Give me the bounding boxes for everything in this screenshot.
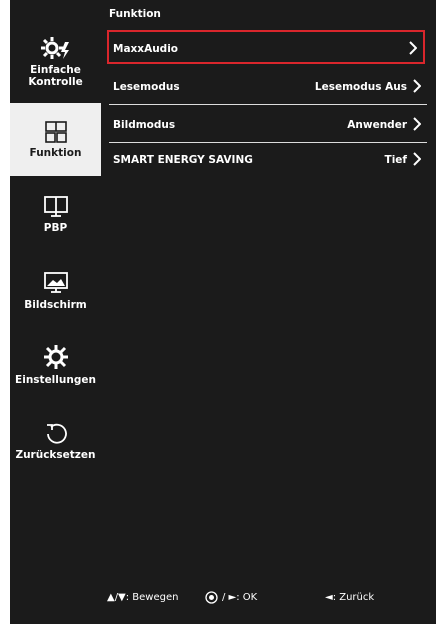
osd-menu: Einfache Kontrolle Funktion PBP Bildschi… [10,0,436,624]
gear-icon [43,344,69,374]
hint-ok: / ►: OK [222,592,258,603]
sidebar-item-label: Einstellungen [15,374,96,386]
ok-circle-icon [205,591,218,607]
pbp-icon [43,196,68,222]
sidebar-item-label: Funktion [29,146,82,159]
menu-row-smart-energy-saving[interactable]: SMART ENERGY SAVING Tief [109,143,427,177]
sidebar-item-label: PBP [43,222,68,234]
row-label: Bildmodus [113,119,176,131]
menu-row-lesemodus[interactable]: Lesemodus Lesemodus Aus [109,70,427,105]
sidebar-item-bildschirm[interactable]: Bildschirm [10,271,101,311]
sidebar-item-label: Zurücksetzen [15,449,96,461]
menu-row-maxxaudio[interactable]: MaxxAudio [107,30,425,64]
row-label: Lesemodus [113,81,180,93]
chevron-right-icon [413,152,422,166]
sidebar-item-label: Bildschirm [24,299,87,311]
row-value: Anwender [347,119,407,131]
menu-row-bildmodus[interactable]: Bildmodus Anwender [109,108,427,143]
row-value: Tief [384,154,407,166]
chevron-right-icon [413,79,422,93]
sidebar-item-pbp[interactable]: PBP [10,196,101,234]
sidebar-item-funktion[interactable]: Funktion [10,103,101,176]
hint-back: ◄: Zurück [325,592,375,603]
row-value: Lesemodus Aus [314,81,407,93]
chevron-right-icon [413,117,422,131]
main-panel: Funktion MaxxAudio Lesemodus Lesemodus A… [101,0,436,624]
hint-move: ▲/▼: Bewegen [107,592,179,603]
page-title: Funktion [109,8,161,20]
sidebar-item-label: Kontrolle [28,76,83,88]
picture-icon [43,271,68,299]
sidebar-item-label: Einfache [30,64,81,76]
reset-icon [44,421,68,449]
sidebar-item-einstellungen[interactable]: Einstellungen [10,344,101,386]
row-label: MaxxAudio [113,43,179,55]
chevron-right-icon [409,41,418,55]
row-label: SMART ENERGY SAVING [113,154,253,166]
settings-quick-icon [40,36,71,64]
sidebar-item-einfache-kontrolle[interactable]: Einfache Kontrolle [10,36,101,88]
sidebar-item-zuruecksetzen[interactable]: Zurücksetzen [10,421,101,461]
sidebar: Einfache Kontrolle Funktion PBP Bildschi… [10,0,101,624]
grid-icon [44,120,67,147]
